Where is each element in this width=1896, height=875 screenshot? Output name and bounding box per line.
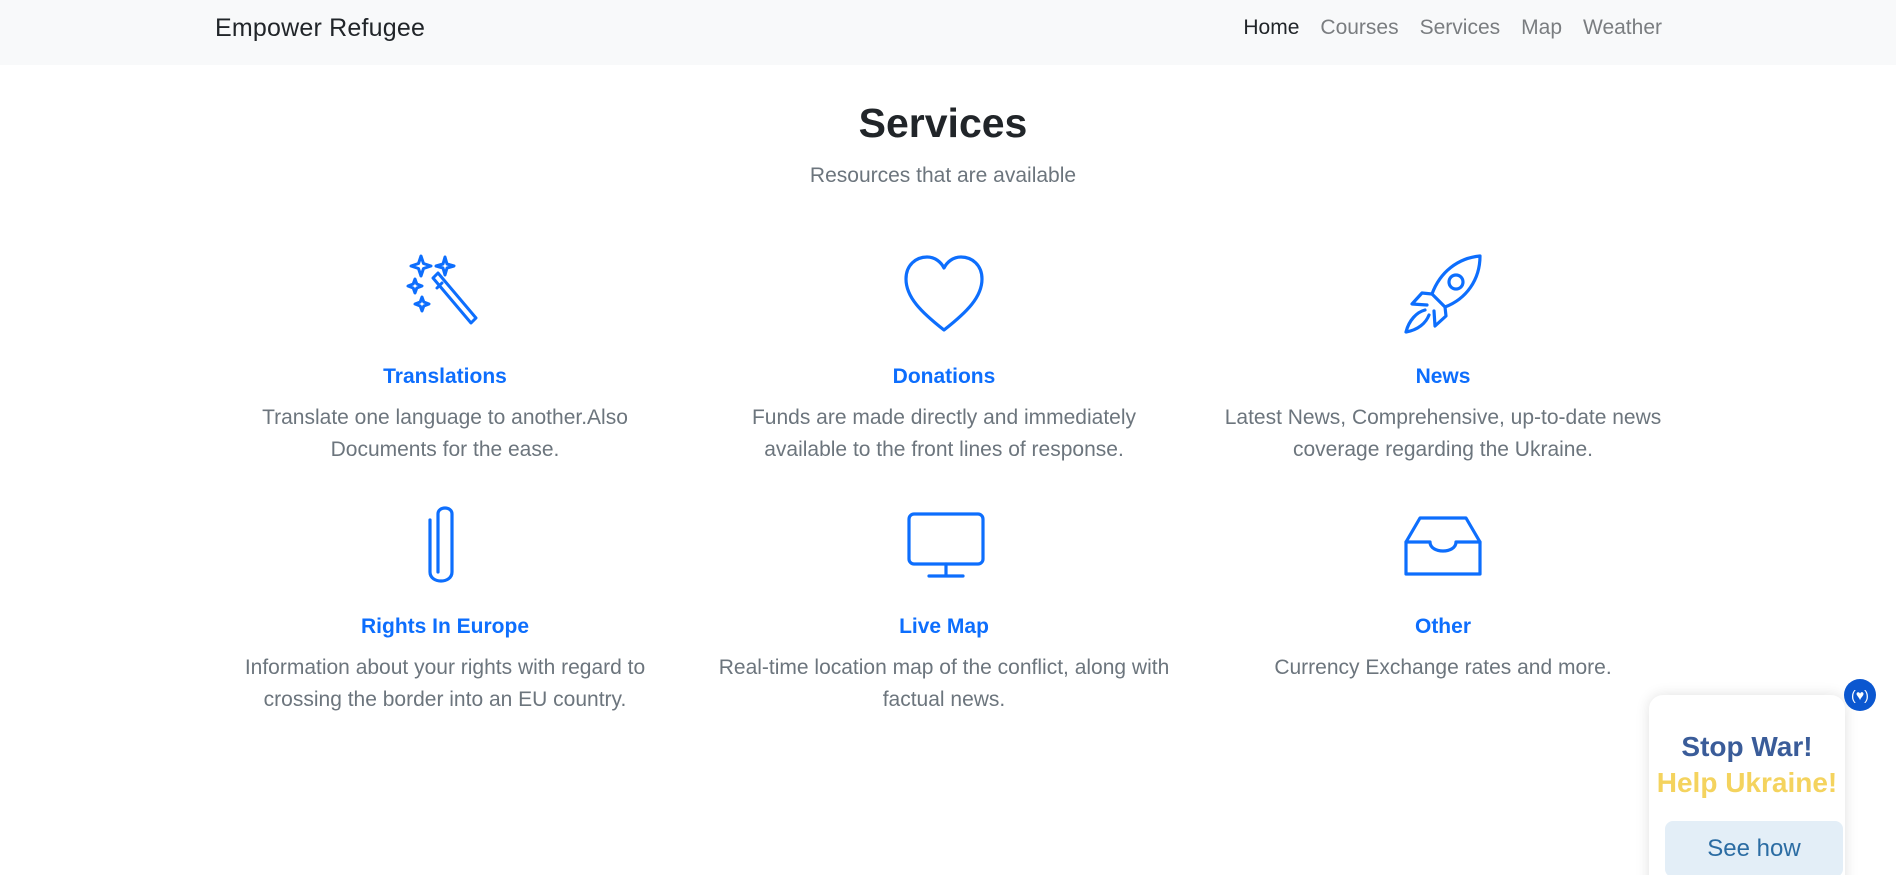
see-how-button[interactable]: See how (1665, 821, 1843, 875)
page-title: Services (858, 100, 1028, 146)
ukraine-widget-toggle[interactable]: (♥) (1844, 679, 1876, 711)
heart-icon: (♥) (1851, 687, 1869, 703)
service-title[interactable]: Live Map (709, 615, 1179, 639)
magic-wand-icon (402, 252, 488, 338)
service-description: Currency Exchange rates and more. (1274, 656, 1612, 679)
service-description: Information about your rights with regar… (244, 656, 646, 711)
service-title[interactable]: Other (1208, 615, 1678, 639)
nav-home[interactable]: Home (1243, 16, 1299, 40)
inbox-icon (1400, 502, 1486, 588)
page-subtitle: Resources that are available (809, 164, 1077, 187)
service-title[interactable]: News (1208, 365, 1678, 389)
nav-weather[interactable]: Weather (1583, 16, 1662, 40)
service-description: Real-time location map of the conflict, … (718, 656, 1170, 711)
service-live-map: Live Map Real-time location map of the c… (709, 502, 1179, 711)
heart-icon (901, 252, 987, 338)
top-navbar: Empower Refugee Home Courses Services Ma… (0, 0, 1896, 65)
monitor-icon (901, 502, 987, 588)
service-description: Funds are made directly and immediately … (751, 406, 1136, 461)
paperclip-icon (402, 502, 488, 588)
service-title[interactable]: Rights In Europe (210, 615, 680, 639)
brand-link[interactable]: Empower Refugee (215, 14, 425, 43)
ukraine-widget: Stop War! Help Ukraine! See how (1649, 695, 1845, 875)
service-rights-in-europe: Rights In Europe Information about your … (210, 502, 680, 711)
nav-map[interactable]: Map (1521, 16, 1562, 40)
service-title[interactable]: Translations (210, 365, 680, 389)
service-description: Translate one language to another.Also D… (262, 406, 628, 461)
rocket-icon (1400, 252, 1486, 338)
service-other: Other Currency Exchange rates and more. (1208, 502, 1678, 679)
nav-links: Home Courses Services Map Weather (1243, 16, 1662, 40)
nav-services[interactable]: Services (1420, 16, 1501, 40)
nav-courses[interactable]: Courses (1320, 16, 1398, 40)
service-translations: Translations Translate one language to a… (210, 252, 680, 461)
service-title[interactable]: Donations (709, 365, 1179, 389)
service-news: News Latest News, Comprehensive, up-to-d… (1208, 252, 1678, 461)
help-ukraine-text: Help Ukraine! (1656, 767, 1838, 798)
service-description: Latest News, Comprehensive, up-to-date n… (1224, 406, 1662, 461)
service-donations: Donations Funds are made directly and im… (709, 252, 1179, 461)
stop-war-text: Stop War! (1681, 731, 1813, 762)
